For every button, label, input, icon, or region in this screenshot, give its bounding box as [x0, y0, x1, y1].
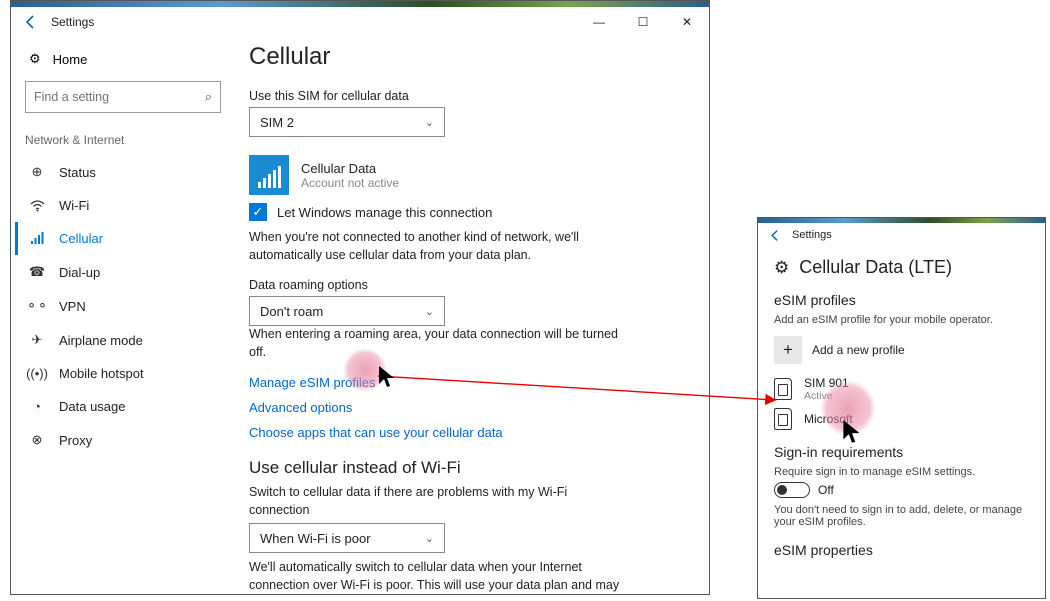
manage-checkbox[interactable]: ✓: [249, 203, 267, 221]
sim-card-icon: [774, 408, 792, 430]
page-title: Cellular Data (LTE): [799, 257, 952, 278]
roaming-desc: When entering a roaming area, your data …: [249, 326, 629, 361]
choose-apps-link[interactable]: Choose apps that can use your cellular d…: [249, 425, 685, 440]
esim-window: Settings ⚙ Cellular Data (LTE) eSIM prof…: [757, 217, 1046, 599]
app-title: Settings: [792, 229, 832, 241]
chevron-down-icon: ⌄: [425, 532, 434, 545]
nav-label: VPN: [59, 299, 86, 314]
profiles-heading: eSIM profiles: [774, 292, 1029, 308]
minimize-button[interactable]: —: [577, 8, 621, 36]
sim-item-1[interactable]: Microsoft: [774, 408, 1029, 430]
nav-wifi[interactable]: Wi-Fi: [25, 189, 221, 222]
nav-label: Dial-up: [59, 265, 100, 280]
sim-item-0[interactable]: SIM 901 Active: [774, 376, 1029, 402]
add-profile-label: Add a new profile: [812, 343, 905, 357]
profiles-desc: Add an eSIM profile for your mobile oper…: [774, 314, 1029, 326]
sim-select-value: SIM 2: [260, 115, 294, 130]
back-button[interactable]: [764, 224, 786, 246]
settings-window: Settings — ☐ ✕ ⚙ Home ⌕ Network & Intern…: [10, 0, 710, 595]
chevron-down-icon: ⌄: [425, 116, 434, 129]
manage-desc: When you're not connected to another kin…: [249, 229, 629, 264]
toggle-track: [774, 482, 810, 498]
cellular-data-icon: [249, 155, 289, 195]
manage-checkbox-label: Let Windows manage this connection: [277, 205, 492, 220]
toggle-state: Off: [818, 483, 834, 497]
manage-connection-row[interactable]: ✓ Let Windows manage this connection: [249, 203, 685, 221]
nav-label: Status: [59, 165, 96, 180]
hotspot-icon: ((•)): [29, 366, 45, 381]
nav-label: Mobile hotspot: [59, 366, 144, 381]
nav-airplane[interactable]: ✈ Airplane mode: [25, 323, 221, 357]
sidebar-category: Network & Internet: [25, 133, 221, 147]
app-title: Settings: [51, 15, 94, 29]
home-label: Home: [53, 52, 88, 67]
nav-data-usage[interactable]: ◔ Data usage: [25, 390, 221, 423]
roaming-label: Data roaming options: [249, 278, 685, 292]
fallback-value: When Wi-Fi is poor: [260, 531, 371, 546]
esim-properties-heading: eSIM properties: [774, 542, 1029, 558]
content-pane: Cellular Use this SIM for cellular data …: [231, 37, 709, 594]
fallback-select[interactable]: When Wi-Fi is poor ⌄: [249, 523, 445, 553]
manage-esim-link[interactable]: Manage eSIM profiles: [249, 375, 685, 390]
page-title: Cellular: [249, 43, 685, 71]
signin-heading: Sign-in requirements: [774, 444, 1029, 460]
nav-proxy[interactable]: ⊗ Proxy: [25, 423, 221, 457]
plus-icon: +: [774, 336, 802, 364]
nav-hotspot[interactable]: ((•)) Mobile hotspot: [25, 357, 221, 390]
advanced-options-link[interactable]: Advanced options: [249, 400, 685, 415]
fallback-label: Switch to cellular data if there are pro…: [249, 484, 629, 519]
nav-status[interactable]: ⊕ Status: [25, 155, 221, 189]
home-button[interactable]: ⚙ Home: [25, 43, 221, 75]
esim-content: ⚙ Cellular Data (LTE) eSIM profiles Add …: [758, 247, 1045, 558]
nav-cellular[interactable]: Cellular: [15, 222, 221, 255]
dialup-icon: ☎: [29, 264, 45, 280]
fallback-desc: We'll automatically switch to cellular d…: [249, 559, 629, 594]
cellular-icon: [29, 232, 45, 245]
signin-label: Require sign in to manage eSIM settings.: [774, 466, 1029, 478]
cellular-data-row[interactable]: Cellular Data Account not active: [249, 155, 685, 195]
add-profile-button[interactable]: + Add a new profile: [774, 336, 1029, 364]
maximize-button[interactable]: ☐: [621, 8, 665, 36]
settings-search[interactable]: ⌕: [25, 81, 221, 113]
gear-icon: ⚙: [29, 51, 41, 67]
sim-card-icon: [774, 378, 792, 400]
titlebar: Settings — ☐ ✕: [11, 7, 709, 37]
signin-toggle[interactable]: Off: [774, 482, 1029, 498]
sim-select[interactable]: SIM 2 ⌄: [249, 107, 445, 137]
airplane-icon: ✈: [29, 332, 45, 348]
nav-label: Airplane mode: [59, 333, 143, 348]
search-input[interactable]: [34, 90, 205, 104]
search-icon: ⌕: [205, 89, 212, 105]
nav-label: Data usage: [59, 399, 126, 414]
nav-label: Proxy: [59, 433, 92, 448]
nav-label: Wi-Fi: [59, 198, 89, 213]
window-controls: — ☐ ✕: [577, 8, 709, 36]
data-usage-icon: ◔: [29, 399, 45, 414]
nav-label: Cellular: [59, 231, 103, 246]
wifi-icon: [29, 200, 45, 212]
close-button[interactable]: ✕: [665, 8, 709, 36]
fallback-heading: Use cellular instead of Wi-Fi: [249, 458, 685, 478]
roaming-value: Don't roam: [260, 304, 323, 319]
sim-select-label: Use this SIM for cellular data: [249, 89, 685, 103]
signin-desc: You don't need to sign in to add, delete…: [774, 504, 1029, 528]
nav-vpn[interactable]: ⚬⚬ VPN: [25, 289, 221, 323]
cellular-data-status: Account not active: [301, 176, 399, 190]
sidebar: ⚙ Home ⌕ Network & Internet ⊕ Status Wi-…: [11, 37, 231, 594]
chevron-down-icon: ⌄: [425, 305, 434, 318]
status-icon: ⊕: [29, 164, 45, 180]
titlebar: Settings: [758, 223, 1045, 247]
vpn-icon: ⚬⚬: [29, 298, 45, 314]
cellular-data-title: Cellular Data: [301, 161, 399, 176]
nav-dialup[interactable]: ☎ Dial-up: [25, 255, 221, 289]
back-button[interactable]: [17, 8, 45, 36]
proxy-icon: ⊗: [29, 432, 45, 448]
roaming-select[interactable]: Don't roam ⌄: [249, 296, 445, 326]
gear-icon: ⚙: [774, 258, 789, 278]
